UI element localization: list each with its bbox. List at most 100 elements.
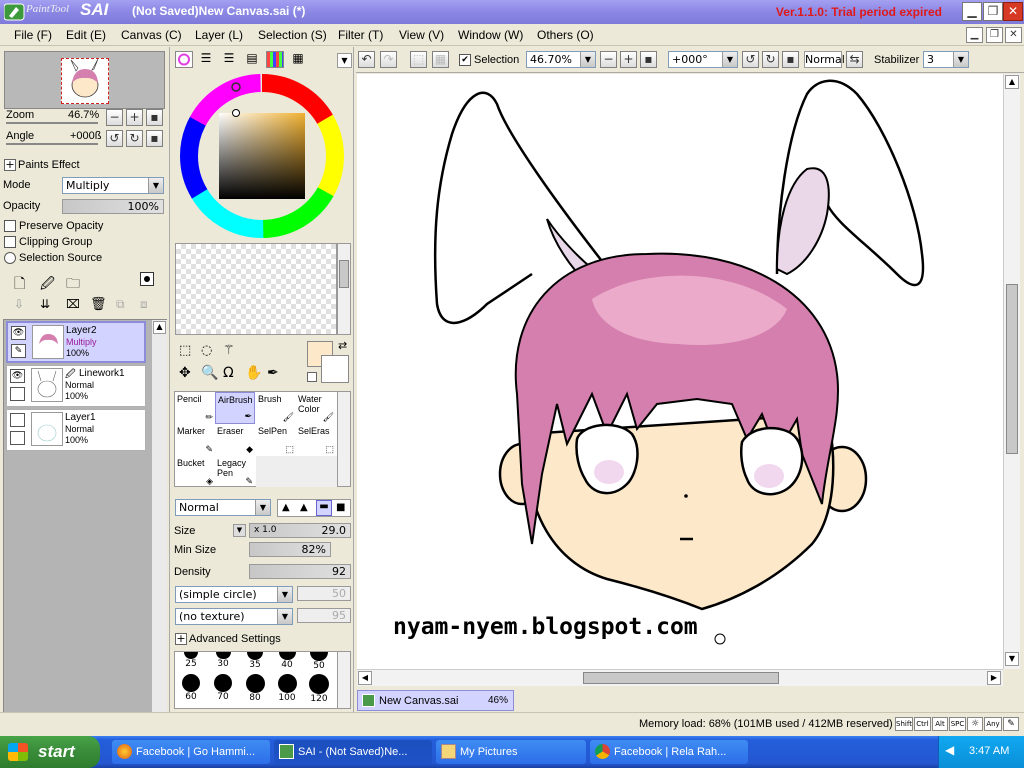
eyedropper-icon[interactable]: ✒ bbox=[267, 365, 279, 381]
taskbar-item-firefox-1[interactable]: Facebook | Go Hammi... bbox=[112, 740, 270, 764]
canvas-rotate-left-button[interactable]: ↺ bbox=[742, 51, 759, 68]
min-size-slider[interactable]: 82% bbox=[249, 542, 331, 557]
maximize-button[interactable]: ❐ bbox=[983, 2, 1003, 21]
close-button[interactable]: ✕ bbox=[1003, 2, 1023, 21]
canvas-rotate-reset-button[interactable]: ▪ bbox=[782, 51, 799, 68]
hscroll-thumb[interactable] bbox=[583, 672, 779, 684]
scroll-up-icon[interactable]: ▲ bbox=[1005, 75, 1019, 89]
canvas-zoom-in-button[interactable]: + bbox=[620, 51, 637, 68]
color-mixer-tab[interactable]: ▤ bbox=[243, 51, 261, 68]
scroll-down-icon[interactable]: ▼ bbox=[1005, 652, 1019, 666]
document-tab[interactable]: New Canvas.sai 46% bbox=[357, 690, 514, 711]
tool-marker[interactable]: Marker ✎ bbox=[175, 424, 215, 456]
layer-edit-box[interactable] bbox=[10, 431, 25, 445]
vscroll-thumb[interactable] bbox=[1006, 284, 1018, 454]
layer-mode-select[interactable]: Multiply ▼ bbox=[62, 177, 164, 194]
flatten-icon[interactable]: ⧈ bbox=[140, 297, 148, 312]
presets-scrollbar[interactable] bbox=[337, 651, 351, 709]
tool-pencil[interactable]: Pencil ✏ bbox=[175, 392, 215, 424]
layer-item-linework1[interactable]: 👁 🖉 Linework1 Normal 100% bbox=[6, 365, 146, 407]
flip-horizontal-button[interactable]: ⇆ bbox=[846, 51, 863, 68]
layer-edit-box[interactable] bbox=[10, 387, 25, 401]
move-icon[interactable]: ✥ bbox=[179, 365, 191, 381]
taskbar-item-chrome[interactable]: Facebook | Rela Rah... bbox=[590, 740, 748, 764]
menu-layer[interactable]: Layer (L) bbox=[195, 28, 243, 42]
zoom-slider[interactable] bbox=[6, 122, 98, 124]
layer-opacity-slider[interactable]: 100% bbox=[62, 199, 164, 214]
brush-size-preset[interactable]: 25 bbox=[175, 652, 207, 669]
lasso-icon[interactable]: ◌ bbox=[201, 343, 212, 358]
brush-shape-select[interactable]: (simple circle) ▼ bbox=[175, 586, 293, 603]
invert-selection-button[interactable]: ▦ bbox=[432, 51, 449, 68]
tool-airbrush[interactable]: AirBrush ✒ bbox=[215, 392, 255, 424]
selection-checkbox[interactable]: ✔ bbox=[459, 54, 471, 66]
canvas-zoom-reset-button[interactable]: ▪ bbox=[640, 51, 657, 68]
clear-layer-icon[interactable]: ⌧ bbox=[66, 297, 80, 311]
tool-bucket[interactable]: Bucket ◈ bbox=[175, 456, 215, 488]
brush-size-preset[interactable]: 40 bbox=[271, 652, 303, 670]
menu-view[interactable]: View (V) bbox=[399, 28, 444, 42]
new-folder-icon[interactable]: 🗀 bbox=[66, 273, 80, 297]
brush-size-slider[interactable]: x 1.0 29.0 bbox=[249, 523, 351, 538]
swap-colors-icon[interactable]: ⇄ bbox=[338, 339, 347, 352]
menu-window[interactable]: Window (W) bbox=[458, 28, 523, 42]
menu-others[interactable]: Others (O) bbox=[537, 28, 594, 42]
rect-select-icon[interactable]: ⬚ bbox=[179, 343, 191, 358]
layer-edit-pen-icon[interactable]: ✎ bbox=[11, 344, 26, 358]
zoom-in-button[interactable]: + bbox=[126, 109, 143, 126]
layer-item-layer2[interactable]: 👁 ✎ Layer2 Multiply 100% bbox=[6, 321, 146, 363]
undo-button[interactable]: ↶ bbox=[358, 51, 375, 68]
color-wheel-tab[interactable] bbox=[175, 51, 193, 68]
taskbar-item-sai[interactable]: SAI - (Not Saved)Ne... bbox=[274, 740, 432, 764]
taskbar-item-my-pictures[interactable]: My Pictures bbox=[436, 740, 586, 764]
angle-slider[interactable] bbox=[6, 143, 98, 145]
color-wheel[interactable] bbox=[179, 73, 345, 239]
brush-size-preset[interactable]: 60 bbox=[175, 674, 207, 702]
scroll-right-icon[interactable]: ▶ bbox=[987, 671, 1001, 685]
tool-legacy-pen[interactable]: Legacy Pen ✎ bbox=[215, 456, 255, 488]
menu-canvas[interactable]: Canvas (C) bbox=[121, 28, 182, 42]
zoom-out-button[interactable]: − bbox=[106, 109, 123, 126]
scroll-left-icon[interactable]: ◀ bbox=[358, 671, 372, 685]
minimize-button[interactable]: ▁ bbox=[962, 2, 982, 21]
canvas-vscrollbar[interactable]: ▲ ▼ bbox=[1003, 74, 1020, 669]
layer-list-scrollbar[interactable]: ▲ ▼ bbox=[152, 320, 167, 751]
doc-close-button[interactable]: ✕ bbox=[1005, 27, 1022, 43]
visibility-eye-icon[interactable]: 👁 bbox=[10, 369, 25, 383]
rgb-slider-tab[interactable]: ☰ bbox=[197, 51, 215, 68]
tool-watercolor[interactable]: Water Color 🖌 bbox=[296, 392, 336, 424]
visibility-eye-icon[interactable]: 👁 bbox=[11, 326, 26, 340]
brush-edge-selector[interactable]: ▲ ▲ ▬ ■ bbox=[277, 499, 351, 517]
density-slider[interactable]: 92 bbox=[249, 564, 351, 579]
clipping-group-checkbox[interactable] bbox=[4, 236, 16, 248]
canvas-area[interactable]: nyam-nyem.blogspot.com bbox=[357, 74, 1003, 669]
brush-size-preset[interactable]: 30 bbox=[207, 652, 239, 669]
doc-restore-button[interactable]: ❐ bbox=[986, 27, 1003, 43]
tool-grid-scrollbar[interactable] bbox=[337, 391, 351, 487]
selection-source-radio[interactable] bbox=[4, 252, 16, 264]
stabilizer-select[interactable]: 3 ▼ bbox=[923, 51, 969, 68]
rotate-right-button[interactable]: ↻ bbox=[126, 130, 143, 147]
canvas-rotate-right-button[interactable]: ↻ bbox=[762, 51, 779, 68]
tool-selpen[interactable]: SelPen ⬚ bbox=[256, 424, 296, 456]
delete-layer-icon[interactable]: 🗑 bbox=[90, 297, 107, 312]
edge-medium-icon[interactable]: ▲ bbox=[300, 502, 308, 513]
scratchpad-tab[interactable]: ▦ bbox=[289, 51, 307, 68]
advanced-expand-icon[interactable]: + bbox=[175, 633, 187, 645]
brush-texture-select[interactable]: (no texture) ▼ bbox=[175, 608, 293, 625]
view-blend-button[interactable]: Normal bbox=[804, 51, 845, 68]
preserve-opacity-checkbox[interactable] bbox=[4, 220, 16, 232]
scratchpad[interactable] bbox=[175, 243, 337, 335]
navigator-preview[interactable] bbox=[4, 51, 165, 109]
new-linework-layer-icon[interactable]: 🖉 bbox=[40, 273, 55, 297]
rotation-select[interactable]: +000° ▼ bbox=[668, 51, 738, 68]
menu-edit[interactable]: Edit (E) bbox=[66, 28, 106, 42]
transfer-down-icon[interactable]: ⇩ bbox=[14, 297, 24, 311]
size-mult-chevron-icon[interactable]: ▼ bbox=[233, 524, 246, 537]
brush-blend-select[interactable]: Normal ▼ bbox=[175, 499, 271, 516]
brush-size-preset[interactable]: 80 bbox=[239, 674, 271, 703]
shape-strength-slider[interactable]: 50 bbox=[297, 586, 351, 601]
deselect-button[interactable]: ⬚ bbox=[410, 51, 427, 68]
brush-size-preset[interactable]: 120 bbox=[303, 674, 335, 704]
show-hidden-icons-chevron-icon[interactable]: ◀ bbox=[945, 743, 954, 757]
